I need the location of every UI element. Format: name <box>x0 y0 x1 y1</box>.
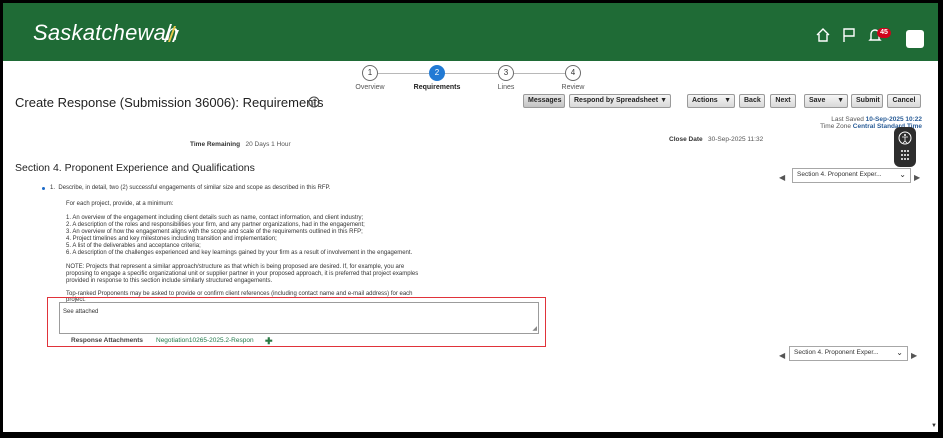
time-remaining-value: 20 Days 1 Hour <box>245 141 291 148</box>
chevron-down-icon: ▼ <box>837 97 844 104</box>
train-stop-overview[interactable]: 1 <box>362 65 378 81</box>
respond-by-spreadsheet-label: Respond by Spreadsheet <box>574 97 659 104</box>
train-connector <box>378 73 429 74</box>
resize-grip-icon[interactable]: ◢ <box>532 325 537 332</box>
next-section-icon[interactable]: ▶ <box>911 351 917 360</box>
close-date-label: Close Date <box>669 136 703 143</box>
section-select-bottom[interactable]: Section 4. Proponent Exper... ⌄ <box>789 346 908 361</box>
previous-section-icon[interactable]: ◀ <box>779 351 785 360</box>
section-select-top[interactable]: Section 4. Proponent Exper... ⌄ <box>792 168 911 183</box>
close-date: Close Date 30-Sep-2025 11:32 <box>669 136 763 143</box>
question-number: 1. <box>50 185 56 191</box>
accessibility-icon <box>898 131 912 145</box>
last-saved-value: 10-Sep-2025 10:22 <box>865 116 922 123</box>
last-saved: Last Saved 10-Sep-2025 10:22 <box>831 116 922 123</box>
train-stop-review[interactable]: 4 <box>565 65 581 81</box>
respond-by-spreadsheet-button[interactable]: Respond by Spreadsheet ▼ <box>569 94 671 108</box>
next-button[interactable]: Next <box>770 94 796 108</box>
train-label-requirements[interactable]: Requirements <box>407 84 467 91</box>
app-header: Saskatchewan 45 <box>3 3 938 61</box>
train-stop-lines[interactable]: 3 <box>498 65 514 81</box>
question-body: Describe, in detail, two (2) successful … <box>58 185 331 191</box>
train-stop-requirements[interactable]: 2 <box>429 65 445 81</box>
last-saved-label: Last Saved <box>831 116 864 123</box>
section-select-top-value: Section 4. Proponent Exper... <box>797 171 882 178</box>
time-remaining: Time Remaining 20 Days 1 Hour <box>190 141 291 148</box>
chevron-down-icon: ⌄ <box>896 348 903 357</box>
close-date-value: 30-Sep-2025 11:32 <box>708 136 764 143</box>
response-value: See attached <box>63 309 99 315</box>
response-textarea[interactable]: See attached ◢ <box>59 302 539 334</box>
flag-icon[interactable] <box>841 27 857 43</box>
accessibility-widget[interactable] <box>894 127 916 167</box>
section-title: Section 4. Proponent Experience and Qual… <box>15 162 255 174</box>
train-label-lines[interactable]: Lines <box>476 84 536 91</box>
train-label-review[interactable]: Review <box>543 84 603 91</box>
home-icon[interactable] <box>815 27 831 43</box>
messages-button[interactable]: Messages <box>523 94 565 108</box>
time-zone-label: Time Zone <box>820 123 851 130</box>
train-connector <box>514 73 565 74</box>
chevron-down-icon: ⌄ <box>899 170 906 179</box>
wheat-logo-icon <box>164 24 179 42</box>
previous-section-icon[interactable]: ◀ <box>779 173 785 182</box>
next-section-icon[interactable]: ▶ <box>914 173 920 182</box>
page-title: Create Response (Submission 36006): Requ… <box>15 95 324 110</box>
submit-button[interactable]: Submit <box>851 94 883 108</box>
question-text: 1. Describe, in detail, two (2) successf… <box>50 185 330 192</box>
train-label-overview[interactable]: Overview <box>340 84 400 91</box>
browser-frame: Saskatchewan 45 1 2 3 4 Overview Require… <box>3 3 938 432</box>
actions-label: Actions <box>692 97 718 104</box>
scroll-down-icon[interactable]: ▼ <box>931 423 937 431</box>
section-select-bottom-value: Section 4. Proponent Exper... <box>794 349 879 356</box>
logo-text: Saskatchewan <box>33 20 179 45</box>
cancel-button[interactable]: Cancel <box>887 94 921 108</box>
svg-text:?: ? <box>312 100 316 107</box>
help-icon[interactable]: ? <box>308 96 320 108</box>
keypad-icon <box>901 150 909 160</box>
actions-button[interactable]: Actions ▼ <box>687 94 735 108</box>
question-note-line: provided in response to this section inc… <box>66 278 273 284</box>
time-remaining-label: Time Remaining <box>190 141 241 148</box>
notification-badge: 45 <box>877 28 891 38</box>
required-bullet <box>42 187 45 190</box>
save-button[interactable]: Save ▼ <box>804 94 848 108</box>
chevron-down-icon: ▼ <box>660 97 667 104</box>
save-label: Save <box>809 97 826 104</box>
question-intro: For each project, provide, at a minimum: <box>66 201 174 207</box>
question-item: 6. A description of the challenges exper… <box>66 250 413 256</box>
user-avatar[interactable] <box>906 30 924 48</box>
chevron-down-icon: ▼ <box>724 97 731 104</box>
add-attachment-icon[interactable]: ✚ <box>265 336 273 347</box>
back-button[interactable]: Back <box>739 94 765 108</box>
response-attachments-label: Response Attachments <box>71 337 143 344</box>
attachment-link[interactable]: Negotiation10265-2025.2-Respon <box>156 337 254 344</box>
train-connector <box>444 73 498 74</box>
